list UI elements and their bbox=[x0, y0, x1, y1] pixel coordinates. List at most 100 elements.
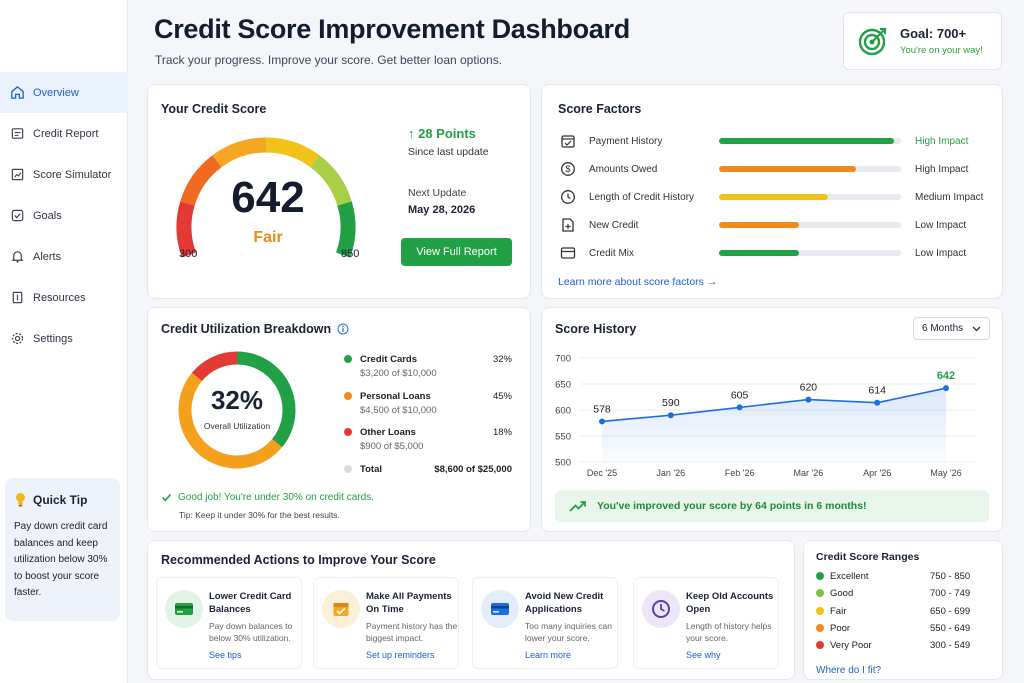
range-select[interactable]: 6 Months bbox=[913, 317, 990, 340]
page-subtitle: Track your progress. Improve your score.… bbox=[155, 53, 503, 67]
y-tick-label: 650 bbox=[555, 380, 571, 391]
sidebar-item-resources[interactable]: Resources bbox=[0, 277, 128, 318]
svg-text:$: $ bbox=[565, 164, 570, 174]
action-desc: Pay down balances to below 30% utilizati… bbox=[209, 621, 293, 643]
utilization-percent: 32% bbox=[210, 385, 264, 415]
range-dot bbox=[816, 641, 824, 650]
action-card[interactable]: Lower Credit Card Balances Pay down bala… bbox=[156, 577, 302, 669]
factor-bar-fill bbox=[719, 138, 894, 144]
data-label: 605 bbox=[731, 389, 749, 401]
data-point bbox=[943, 385, 949, 392]
card-icon bbox=[491, 603, 509, 615]
action-card[interactable]: Make All Payments On Time Payment histor… bbox=[313, 577, 459, 669]
data-point bbox=[874, 399, 881, 406]
action-icon-bg bbox=[322, 590, 360, 628]
x-tick-label: May '26 bbox=[930, 468, 961, 478]
y-tick-label: 500 bbox=[555, 458, 571, 469]
sidebar-item-settings[interactable]: Settings bbox=[0, 318, 128, 359]
action-desc: Length of history helps your score. bbox=[686, 621, 772, 643]
sidebar-item-alerts[interactable]: Alerts bbox=[0, 236, 128, 277]
sidebar-item-label: Credit Report bbox=[33, 127, 99, 140]
sidebar-item-overview[interactable]: Overview bbox=[0, 72, 128, 113]
report-icon bbox=[11, 128, 24, 139]
range-dot bbox=[816, 606, 824, 615]
factor-impact: Low Impact bbox=[915, 247, 967, 259]
sidebar-item-label: Alerts bbox=[33, 250, 62, 263]
action-icon-bg bbox=[642, 590, 680, 628]
info-icon[interactable] bbox=[337, 323, 349, 335]
credit-score-card: Your Credit Score 642 Fair 300 850 ↑ 28 … bbox=[147, 84, 531, 299]
data-label: 614 bbox=[868, 385, 886, 397]
factor-impact: Low Impact bbox=[915, 219, 967, 231]
where-do-i-fit-link[interactable]: Where do I fit? bbox=[816, 665, 881, 676]
y-tick-label: 700 bbox=[555, 354, 571, 365]
factor-bar-fill bbox=[719, 194, 829, 200]
factor-row: Length of Credit History Medium Impact bbox=[557, 187, 997, 207]
factor-impact: High Impact bbox=[915, 163, 969, 175]
range-select-value: 6 Months bbox=[922, 323, 964, 334]
learn-more-factors-link[interactable]: Learn more about score factors → bbox=[558, 276, 717, 288]
x-tick-label: Apr '26 bbox=[863, 468, 891, 478]
sidebar-item-goals[interactable]: Goals bbox=[0, 195, 128, 236]
utilization-row-name: Personal Loans bbox=[360, 391, 431, 402]
improvement-banner: You've improved your score by 64 points … bbox=[555, 490, 989, 522]
score-factors-card: Score Factors Payment History High Impact… bbox=[541, 84, 1003, 299]
factor-row: $ Amounts Owed High Impact bbox=[557, 159, 997, 179]
goals-icon bbox=[11, 209, 24, 222]
view-full-report-button[interactable]: View Full Report bbox=[401, 238, 512, 266]
new-doc-icon bbox=[562, 218, 574, 232]
sidebar-item-label: Score Simulator bbox=[33, 168, 112, 181]
action-card[interactable]: Avoid New Credit Applications Too many i… bbox=[472, 577, 618, 669]
quick-tip-card: Quick Tip Pay down credit card balances … bbox=[5, 478, 120, 621]
score-change-sub: Since last update bbox=[408, 146, 489, 158]
gauge-segment bbox=[212, 137, 267, 168]
data-point bbox=[599, 418, 605, 425]
gauge-segment bbox=[180, 155, 222, 206]
sidebar-item-label: Resources bbox=[33, 291, 86, 304]
sidebar-item-credit-report[interactable]: Credit Report bbox=[0, 113, 128, 154]
calendar-icon bbox=[333, 603, 349, 616]
legend-dot bbox=[344, 465, 352, 473]
next-update-date: May 28, 2026 bbox=[408, 204, 476, 216]
credit-score-title: Your Credit Score bbox=[161, 102, 267, 116]
sidebar-item-score-simulator[interactable]: Score Simulator bbox=[0, 154, 128, 195]
action-card[interactable]: Keep Old Accounts Open Length of history… bbox=[633, 577, 779, 669]
factor-bar-fill bbox=[719, 250, 800, 256]
goal-title: Goal: 700+ bbox=[900, 26, 967, 41]
action-icon-bg bbox=[165, 590, 203, 628]
legend-dot bbox=[344, 392, 352, 400]
factor-impact: Medium Impact bbox=[915, 191, 984, 203]
data-point bbox=[736, 404, 743, 411]
score-history-chart: 500 550 600 650 700 578 Dec '25 590 Jan '26 605 Fe… bbox=[555, 354, 976, 478]
action-link[interactable]: See why bbox=[686, 650, 721, 660]
target-icon bbox=[858, 27, 887, 56]
range-value: 700 - 749 bbox=[930, 588, 971, 600]
factor-bar-fill bbox=[719, 166, 856, 172]
range-name: Poor bbox=[830, 622, 851, 634]
action-link[interactable]: Learn more bbox=[525, 650, 571, 660]
sidebar: Overview Credit Report Score Simulator G… bbox=[0, 0, 128, 683]
utilization-tip: Tip: Keep it under 30% for the best resu… bbox=[179, 510, 340, 520]
factor-bar-fill bbox=[719, 222, 800, 228]
gear-icon bbox=[11, 332, 24, 345]
utilization-title-text: Credit Utilization Breakdown bbox=[161, 322, 332, 336]
score-history-card: Score History 6 Months 500 550 600 650 700 57… bbox=[541, 307, 1003, 532]
utilization-title: Credit Utilization Breakdown bbox=[161, 322, 349, 336]
bell-icon bbox=[11, 251, 24, 263]
gauge-segment bbox=[310, 155, 352, 206]
x-tick-label: Feb '26 bbox=[725, 468, 755, 478]
y-tick-label: 550 bbox=[555, 432, 571, 443]
goal-subtitle: You're on your way! bbox=[900, 45, 983, 56]
gauge-segment bbox=[265, 137, 320, 168]
range-name: Very Poor bbox=[830, 640, 872, 652]
action-link[interactable]: See tips bbox=[209, 650, 242, 660]
quick-tip-text: Pay down credit card balances and keep u… bbox=[14, 521, 108, 598]
action-link[interactable]: Set up reminders bbox=[366, 650, 435, 660]
action-icon-bg bbox=[481, 590, 519, 628]
score-change: ↑ 28 Points bbox=[408, 126, 476, 141]
utilization-row-name: Other Loans bbox=[360, 427, 416, 438]
x-tick-label: Jan '26 bbox=[656, 468, 685, 478]
range-name: Excellent bbox=[830, 571, 869, 582]
range-value: 300 - 549 bbox=[930, 640, 971, 652]
quick-tip-title: Quick Tip bbox=[33, 492, 88, 507]
